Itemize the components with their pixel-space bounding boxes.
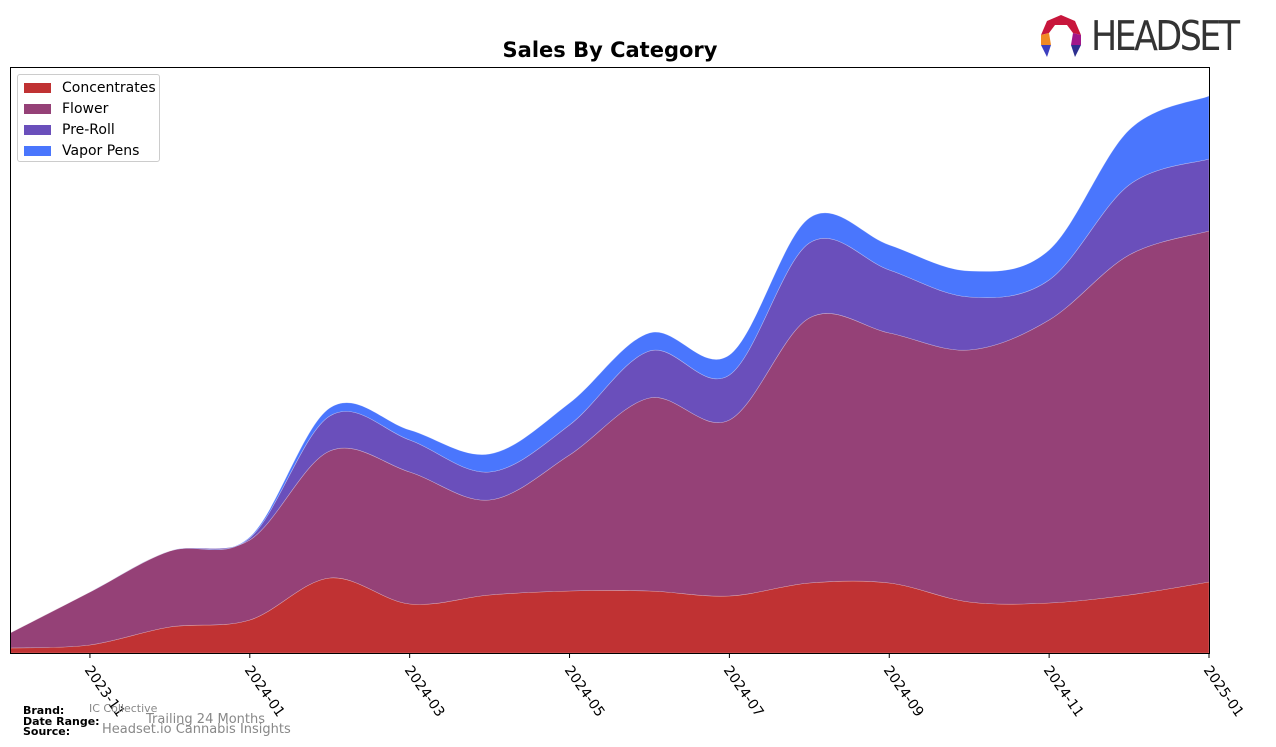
legend-swatch-concentrates [24, 83, 51, 93]
legend-swatch-pre-roll [24, 125, 51, 135]
legend-label: Vapor Pens [62, 143, 140, 159]
source-label: Source: [23, 725, 71, 738]
source-value: Headset.io Cannabis Insights [102, 722, 291, 737]
footer-source: Source: [23, 725, 70, 738]
headset-logo-icon [1041, 15, 1081, 57]
headset-logo-text: HEADSET [1091, 12, 1240, 60]
legend-item-vapor-pens: Vapor Pens [24, 142, 139, 160]
legend-swatch-vapor-pens [24, 146, 51, 156]
stacked-areas [9, 95, 1210, 654]
legend-label: Pre-Roll [62, 122, 115, 138]
legend-item-concentrates: Concentrates [24, 79, 156, 97]
legend-swatch-flower [24, 104, 51, 114]
legend-label: Flower [62, 101, 109, 117]
legend: Concentrates Flower Pre-Roll Vapor Pens [17, 74, 160, 162]
legend-item-pre-roll: Pre-Roll [24, 121, 115, 139]
legend-item-flower: Flower [24, 100, 108, 118]
chart-canvas [9, 67, 1210, 658]
chart-title: Sales By Category [502, 38, 718, 62]
legend-label: Concentrates [62, 80, 156, 96]
headset-logo: HEADSET [1037, 12, 1263, 60]
